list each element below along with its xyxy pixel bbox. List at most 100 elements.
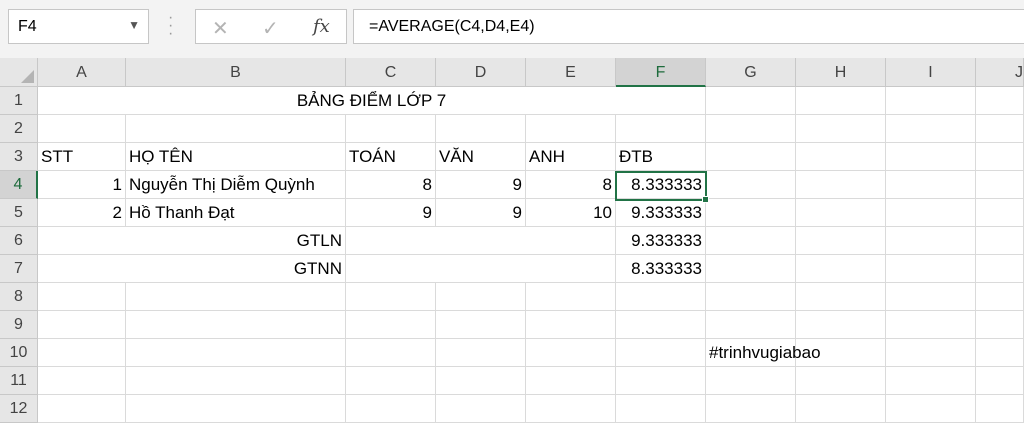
row-header-6[interactable]: 6 <box>0 227 38 255</box>
row-header-12[interactable]: 12 <box>0 395 38 423</box>
enter-check-icon[interactable]: ✓ <box>262 16 279 41</box>
empty-cell[interactable] <box>886 255 976 283</box>
empty-cell[interactable] <box>886 115 976 143</box>
header-english[interactable]: ANH <box>526 143 616 171</box>
cell-stt[interactable]: 2 <box>38 199 126 227</box>
empty-cell[interactable] <box>886 395 976 423</box>
row-header-9[interactable]: 9 <box>0 311 38 339</box>
max-label-merged-area[interactable] <box>346 227 616 255</box>
empty-cell[interactable] <box>436 339 526 367</box>
cell-name[interactable]: Hồ Thanh Đạt <box>126 199 346 227</box>
min-value[interactable]: 8.333333 <box>616 255 706 283</box>
empty-cell[interactable] <box>886 87 976 115</box>
header-stt[interactable]: STT <box>38 143 126 171</box>
empty-cell[interactable] <box>38 367 126 395</box>
empty-cell[interactable] <box>126 395 346 423</box>
empty-cell[interactable] <box>976 283 1024 311</box>
empty-cell[interactable] <box>126 339 346 367</box>
row-header-11[interactable]: 11 <box>0 367 38 395</box>
drag-handle-icon[interactable]: · · · <box>168 10 173 42</box>
column-header-j[interactable]: J <box>976 58 1024 87</box>
column-header-e[interactable]: E <box>526 58 616 87</box>
column-header-i[interactable]: I <box>886 58 976 87</box>
empty-cell[interactable] <box>976 339 1024 367</box>
insert-function-icon[interactable]: fx <box>313 16 330 37</box>
empty-cell[interactable] <box>796 311 886 339</box>
column-header-g[interactable]: G <box>706 58 796 87</box>
header-math[interactable]: TOÁN <box>346 143 436 171</box>
empty-cell[interactable] <box>346 283 436 311</box>
empty-cell[interactable] <box>126 367 346 395</box>
header-literature[interactable]: VĂN <box>436 143 526 171</box>
cell-name[interactable]: Nguyễn Thị Diễm Quỳnh <box>126 171 346 199</box>
empty-cell[interactable] <box>886 199 976 227</box>
empty-cell[interactable] <box>706 115 796 143</box>
header-name[interactable]: HỌ TÊN <box>126 143 346 171</box>
empty-cell[interactable] <box>526 395 616 423</box>
empty-cell[interactable] <box>886 311 976 339</box>
empty-cell[interactable] <box>976 115 1024 143</box>
select-all-corner[interactable] <box>0 58 38 87</box>
row-header-10[interactable]: 10 <box>0 339 38 367</box>
empty-cell[interactable] <box>976 171 1024 199</box>
empty-cell[interactable] <box>38 395 126 423</box>
empty-cell[interactable] <box>796 199 886 227</box>
empty-cell[interactable] <box>706 199 796 227</box>
empty-cell[interactable] <box>706 87 796 115</box>
empty-cell[interactable] <box>616 115 706 143</box>
column-header-f[interactable]: F <box>616 58 706 87</box>
empty-cell[interactable] <box>526 339 616 367</box>
empty-cell[interactable] <box>346 311 436 339</box>
empty-cell[interactable] <box>796 367 886 395</box>
hashtag-note[interactable]: #trinhvugiabao <box>706 339 886 367</box>
row-header-8[interactable]: 8 <box>0 283 38 311</box>
empty-cell[interactable] <box>38 311 126 339</box>
empty-cell[interactable] <box>616 395 706 423</box>
cell-average[interactable]: 8.333333 <box>616 171 706 199</box>
empty-cell[interactable] <box>976 367 1024 395</box>
cell-english[interactable]: 8 <box>526 171 616 199</box>
empty-cell[interactable] <box>526 115 616 143</box>
cell-math[interactable]: 8 <box>346 171 436 199</box>
empty-cell[interactable] <box>976 311 1024 339</box>
empty-cell[interactable] <box>796 171 886 199</box>
empty-cell[interactable] <box>436 395 526 423</box>
fill-handle[interactable] <box>702 196 709 203</box>
empty-cell[interactable] <box>706 255 796 283</box>
empty-cell[interactable] <box>706 395 796 423</box>
empty-cell[interactable] <box>346 115 436 143</box>
cell-average[interactable]: 9.333333 <box>616 199 706 227</box>
empty-cell[interactable] <box>526 367 616 395</box>
name-box[interactable]: F4 ▼ <box>8 9 149 44</box>
column-header-h[interactable]: H <box>796 58 886 87</box>
empty-cell[interactable] <box>436 283 526 311</box>
empty-cell[interactable] <box>976 255 1024 283</box>
empty-cell[interactable] <box>796 115 886 143</box>
cell-stt[interactable]: 1 <box>38 171 126 199</box>
empty-cell[interactable] <box>436 367 526 395</box>
empty-cell[interactable] <box>796 283 886 311</box>
empty-cell[interactable] <box>436 115 526 143</box>
empty-cell[interactable] <box>616 283 706 311</box>
cell-literature[interactable]: 9 <box>436 171 526 199</box>
column-header-b[interactable]: B <box>126 58 346 87</box>
empty-cell[interactable] <box>796 395 886 423</box>
empty-cell[interactable] <box>706 227 796 255</box>
empty-cell[interactable] <box>616 339 706 367</box>
empty-cell[interactable] <box>436 311 526 339</box>
empty-cell[interactable] <box>976 395 1024 423</box>
empty-cell[interactable] <box>706 367 796 395</box>
empty-cell[interactable] <box>886 171 976 199</box>
chevron-down-icon[interactable]: ▼ <box>128 18 140 32</box>
row-header-2[interactable]: 2 <box>0 115 38 143</box>
empty-cell[interactable] <box>616 311 706 339</box>
column-header-d[interactable]: D <box>436 58 526 87</box>
row-header-4[interactable]: 4 <box>0 171 38 199</box>
empty-cell[interactable] <box>126 283 346 311</box>
empty-cell[interactable] <box>126 115 346 143</box>
empty-cell[interactable] <box>796 255 886 283</box>
empty-cell[interactable] <box>796 143 886 171</box>
formula-input[interactable]: =AVERAGE(C4,D4,E4) <box>353 9 1024 44</box>
empty-cell[interactable] <box>706 311 796 339</box>
min-label[interactable]: GTNN <box>38 255 346 283</box>
